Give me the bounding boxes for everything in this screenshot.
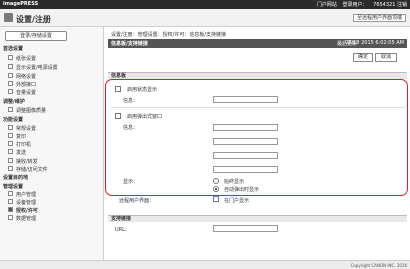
show-popup-checkbox[interactable]: [115, 113, 121, 119]
sidebar-item-16[interactable]: 管理设置: [0, 183, 104, 191]
sidebar-item-13[interactable]: 接收/转发: [0, 158, 104, 166]
message-label: 信息：: [123, 98, 139, 104]
sidebar-item-0[interactable]: 首选设置: [0, 45, 104, 53]
register-store-button[interactable]: 登录/存储设置: [5, 31, 67, 41]
show-status-checkbox[interactable]: [115, 86, 121, 92]
page-title: 设置/注册: [16, 15, 51, 24]
url-label: URL：: [115, 227, 130, 233]
url-input[interactable]: [213, 225, 278, 232]
sidebar-item-3[interactable]: 网络设置: [0, 73, 104, 81]
popup-message-input-2[interactable]: [213, 138, 278, 145]
show-on-portal-label: 在门户显示: [224, 198, 250, 204]
section-header-support-link: 支持链接: [108, 215, 407, 222]
sidebar-item-20[interactable]: 数据管理: [0, 215, 104, 223]
login-user-label: 登录用户：: [342, 2, 368, 8]
title-bar: 设置/注册 至远程用户界面顶端: [0, 9, 410, 27]
auto-popup-radio[interactable]: [213, 186, 219, 192]
sidebar-item-19[interactable]: 授权/许可: [0, 207, 104, 215]
sidebar-item-4[interactable]: 外部接口: [0, 81, 104, 89]
sidebar: 登录/存储设置 首选设置纸张设置 显示设置/电源设置 网络设置 外部接口 音量设置 调整/…: [0, 27, 104, 260]
to-remote-ui-top-button[interactable]: 至远程用户界面顶端: [352, 14, 406, 22]
sidebar-item-12[interactable]: 发送: [0, 149, 104, 157]
copyright: Copyright CANON INC. 2016: [350, 263, 407, 268]
top-links: 门户网站 登录用户： 7654321 注销: [313, 1, 407, 8]
last-update-datetime: 08/18 2015 6:02:05 AM: [345, 40, 404, 46]
show-on-portal-checkbox[interactable]: [213, 196, 219, 202]
section-header-infoboard: 信息板: [108, 72, 407, 79]
logout-link[interactable]: 7654321 注销: [373, 2, 407, 8]
brand-label: imagePRESS: [3, 1, 39, 7]
sidebar-item-8[interactable]: 功能设置: [0, 116, 104, 124]
breadcrumb: 设置/注册：管理设置：授权/许可：信息板/支持链接: [111, 32, 227, 38]
sidebar-item-14[interactable]: 存储/访问文件: [0, 166, 104, 174]
sidebar-item-18[interactable]: 设备管理: [0, 199, 104, 207]
show-status-label: 启用状态显示: [127, 87, 158, 93]
sidebar-item-1[interactable]: 纸张设置: [0, 55, 104, 63]
display-label: 显示：: [123, 179, 139, 185]
sidebar-item-9[interactable]: 常规设置: [0, 125, 104, 133]
message-input[interactable]: [213, 96, 278, 103]
show-popup-label: 启用弹出式窗口: [127, 114, 163, 120]
always-show-radio[interactable]: [213, 178, 219, 184]
sidebar-item-15[interactable]: 设置目的地: [0, 174, 104, 182]
portal-link[interactable]: 门户网站: [317, 2, 337, 8]
sidebar-item-17[interactable]: 用户管理: [0, 191, 104, 199]
divider: [111, 107, 405, 108]
sidebar-item-7[interactable]: 调整图像质量: [0, 107, 104, 115]
panel-title: 信息板/支持链接: [111, 41, 148, 47]
sidebar-item-2[interactable]: 显示设置/电源设置: [0, 64, 104, 72]
auto-popup-label: 自动弹出时显示: [224, 187, 260, 193]
panel-header: 信息板/支持链接 最后更新 08/18 2015 6:02:05 AM: [108, 39, 407, 48]
ok-button[interactable]: 确定: [353, 53, 373, 62]
always-show-label: 始终显示: [224, 179, 245, 185]
remote-ui-label: 远程用户界面：: [119, 198, 155, 204]
popup-message-input-1[interactable]: [213, 124, 278, 131]
popup-message-label: 信息：: [123, 125, 139, 131]
sidebar-item-11[interactable]: 打印机: [0, 141, 104, 149]
popup-message-input-3[interactable]: [213, 152, 278, 159]
sidebar-item-5[interactable]: 音量设置: [0, 89, 104, 97]
sidebar-item-6[interactable]: 调整/维护: [0, 98, 104, 106]
cancel-button[interactable]: 取消: [375, 53, 397, 62]
popup-message-input-4[interactable]: [213, 166, 278, 173]
top-bar: imagePRESS 门户网站 登录用户： 7654321 注销: [0, 0, 410, 9]
settings-icon: [4, 13, 13, 22]
footer: Copyright CANON INC. 2016: [0, 260, 410, 269]
main-content: 设置/注册：管理设置：授权/许可：信息板/支持链接 信息板/支持链接 最后更新 …: [105, 27, 410, 260]
sidebar-item-10[interactable]: 复印: [0, 133, 104, 141]
